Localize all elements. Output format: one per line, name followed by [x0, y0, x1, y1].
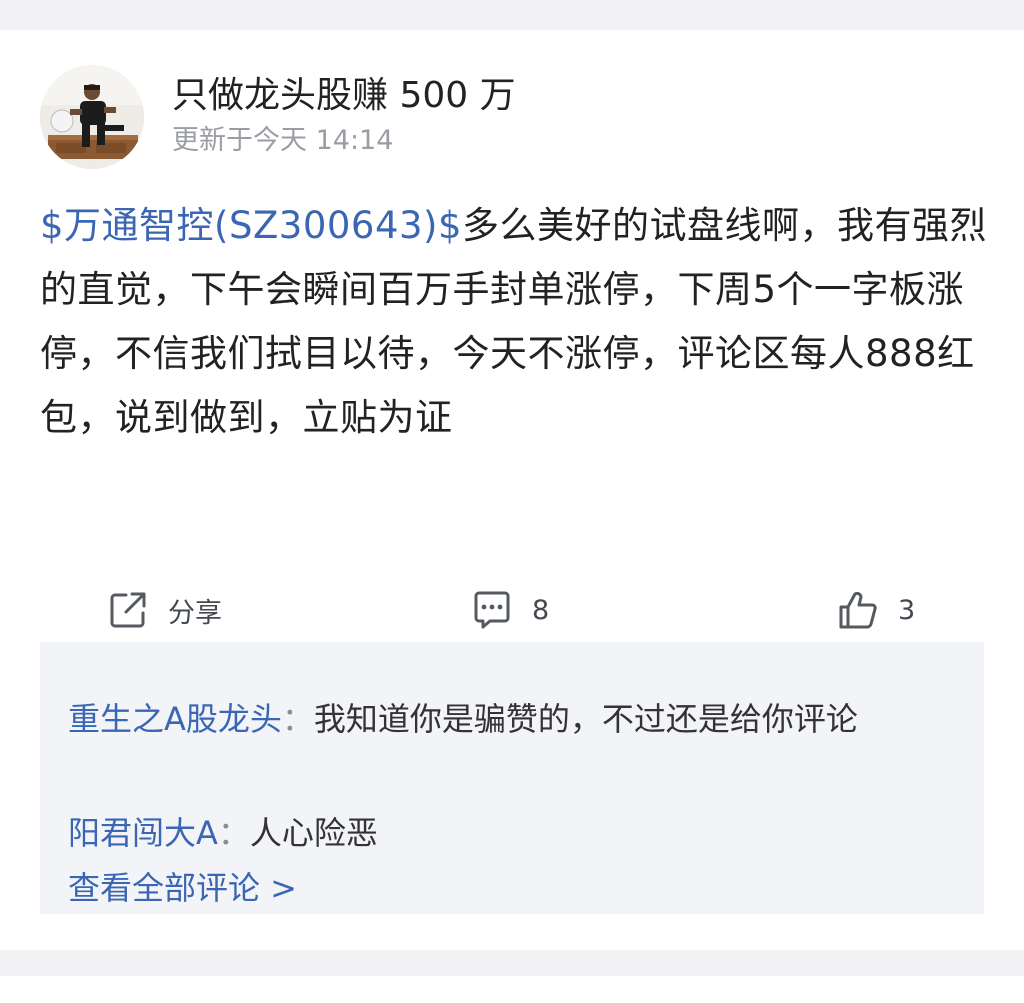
- view-all-comments-link[interactable]: 查看全部评论 >: [68, 864, 297, 912]
- like-button[interactable]: 3: [836, 586, 915, 634]
- comment-separator: ：: [281, 700, 314, 738]
- share-icon: [110, 592, 146, 628]
- thumbs-up-icon: [839, 591, 877, 629]
- avatar-photo: [40, 65, 144, 169]
- comment-author[interactable]: 重生之A股龙头: [68, 700, 282, 738]
- comments-preview: 重生之A股龙头：我知道你是骗赞的，不过还是给你评论 阳君闯大A：人心险恶 查看全…: [40, 642, 984, 914]
- comment-text: 我知道你是骗赞的，不过还是给你评论: [313, 700, 858, 738]
- post-time: 更新于今天 14:14: [172, 125, 394, 156]
- share-button[interactable]: 分享: [106, 586, 222, 634]
- avatar[interactable]: [40, 65, 144, 169]
- like-count: 3: [898, 594, 916, 626]
- author-name[interactable]: 只做龙头股赚 500 万: [172, 74, 516, 118]
- comment-button[interactable]: 8: [470, 586, 549, 634]
- bottom-divider: [0, 950, 1024, 976]
- post-body: $万通智控(SZ300643)$多么美好的试盘线啊，我有强烈的直觉，下午会瞬间百…: [40, 194, 990, 450]
- post-card[interactable]: 只做龙头股赚 500 万 更新于今天 14:14 $万通智控(SZ300643)…: [0, 30, 1024, 950]
- comment-count: 8: [532, 594, 550, 626]
- comment-author[interactable]: 阳君闯大A: [68, 814, 218, 852]
- next-card-edge: [0, 976, 1024, 1003]
- share-label: 分享: [168, 597, 222, 629]
- comment-text: 人心险恶: [249, 814, 378, 852]
- stock-link[interactable]: $万通智控(SZ300643)$: [40, 204, 462, 247]
- top-divider: [0, 0, 1024, 30]
- comment-separator: ：: [217, 814, 250, 852]
- comment-item[interactable]: 阳君闯大A：人心险恶: [68, 806, 948, 860]
- comment-item[interactable]: 重生之A股龙头：我知道你是骗赞的，不过还是给你评论: [68, 692, 948, 746]
- comment-icon: [474, 591, 510, 629]
